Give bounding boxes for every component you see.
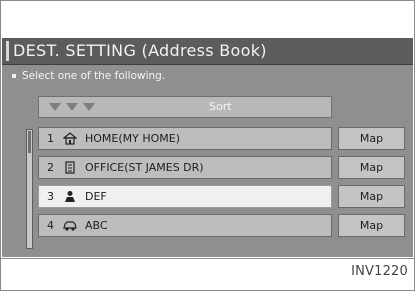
address-entry-2[interactable]: 2 OFFICE(ST JAMES DR) xyxy=(38,156,332,179)
sort-label: Sort xyxy=(209,100,232,113)
map-button-1[interactable]: Map xyxy=(338,127,405,150)
nav-screen: DEST. SETTING (Address Book) Select one … xyxy=(2,38,413,257)
map-button-4[interactable]: Map xyxy=(338,214,405,237)
entry-name: HOME(MY HOME) xyxy=(85,132,181,145)
address-entry-3[interactable]: 3 DEF xyxy=(38,185,332,208)
map-button-2[interactable]: Map xyxy=(338,156,405,179)
map-button-3[interactable]: Map xyxy=(338,185,405,208)
instruction-line: Select one of the following. xyxy=(12,70,165,82)
footer-divider xyxy=(1,258,414,259)
entry-number: 3 xyxy=(47,190,54,203)
bullet-icon xyxy=(12,74,16,78)
scrollbar-thumb[interactable] xyxy=(28,131,31,153)
figure-frame: DEST. SETTING (Address Book) Select one … xyxy=(0,0,415,291)
address-entry-1[interactable]: 1 HOME(MY HOME) xyxy=(38,127,332,150)
title-bar: DEST. SETTING (Address Book) xyxy=(2,38,413,65)
triangle-down-icon xyxy=(83,103,95,111)
person-icon xyxy=(65,191,75,202)
entry-number: 2 xyxy=(47,161,54,174)
entry-number: 4 xyxy=(47,219,54,232)
sort-button[interactable]: Sort xyxy=(38,96,332,118)
entry-name: ABC xyxy=(85,219,108,232)
office-building-icon xyxy=(65,161,75,174)
entry-name: OFFICE(ST JAMES DR) xyxy=(85,161,204,174)
triangle-down-icon xyxy=(66,103,78,111)
entry-number: 1 xyxy=(47,132,54,145)
scrollbar[interactable] xyxy=(26,129,33,249)
triangle-down-icon xyxy=(49,103,61,111)
instruction-text: Select one of the following. xyxy=(22,70,166,82)
screen-title: DEST. SETTING (Address Book) xyxy=(13,41,267,60)
entry-name: DEF xyxy=(85,190,107,203)
sort-arrows xyxy=(49,103,100,111)
address-entry-4[interactable]: 4 ABC xyxy=(38,214,332,237)
house-icon xyxy=(63,132,77,145)
title-accent-bar xyxy=(6,41,9,61)
figure-code: INV1220 xyxy=(351,264,408,279)
car-icon xyxy=(63,221,77,231)
